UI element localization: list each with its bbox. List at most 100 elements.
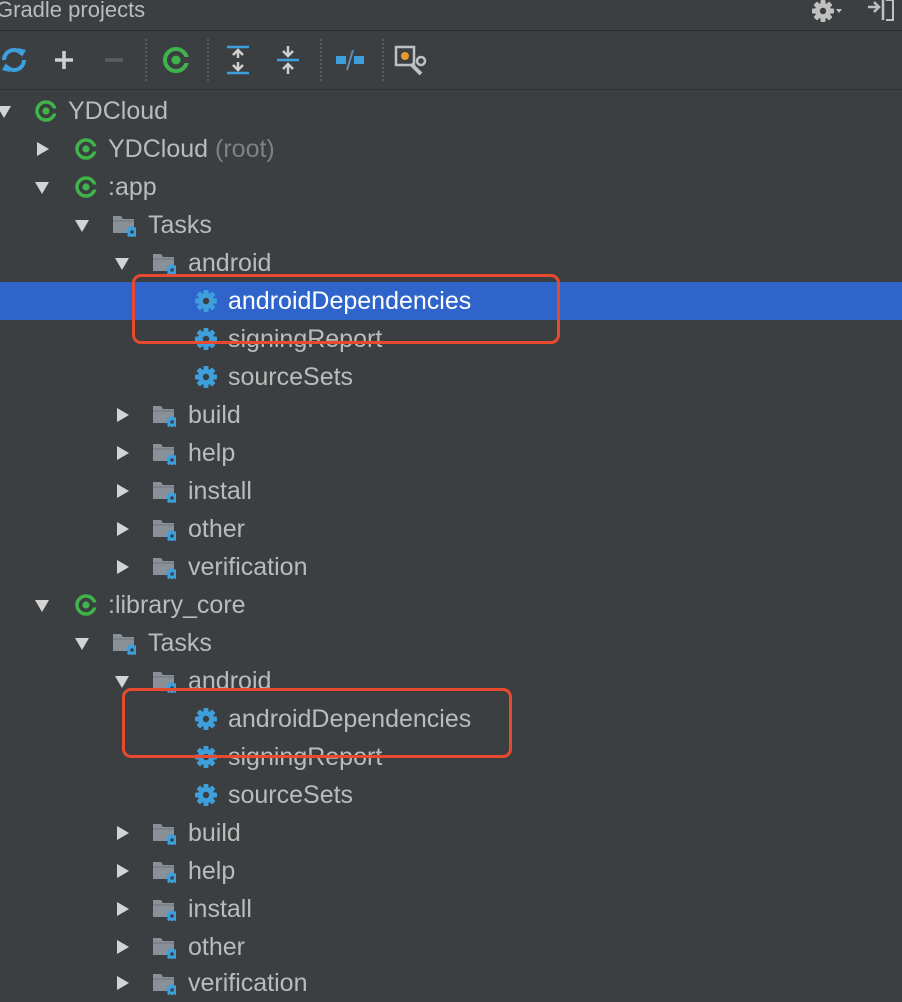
task-source-sets[interactable]: sourceSets xyxy=(0,776,902,814)
tree-node-label: verification xyxy=(188,553,308,581)
expand-arrow-icon[interactable] xyxy=(112,510,132,548)
tree-node-label: other xyxy=(188,515,245,543)
tree-node-label: android xyxy=(188,667,272,695)
expand-arrow-icon[interactable] xyxy=(112,472,132,510)
tree-node-help[interactable]: help xyxy=(0,852,902,890)
expand-arrow-icon[interactable] xyxy=(112,662,132,700)
gradle-icon xyxy=(72,130,100,168)
task-source-sets[interactable]: sourceSets xyxy=(0,358,902,396)
remove-icon[interactable] xyxy=(96,42,132,78)
tree-node-label: install xyxy=(188,895,252,923)
tree-node-label: build xyxy=(188,819,241,847)
toolbar xyxy=(0,31,902,90)
tree-node-label: help xyxy=(188,857,236,885)
tree-node-verification[interactable]: verification xyxy=(0,964,902,1002)
task-label: signingReport xyxy=(228,325,383,353)
task-android-dependencies[interactable]: androidDependencies xyxy=(0,700,902,738)
task-folder-icon xyxy=(150,510,178,548)
toggle-offline-icon[interactable] xyxy=(332,42,368,78)
task-signing-report[interactable]: signingReport xyxy=(0,738,902,776)
expand-arrow-icon[interactable] xyxy=(32,130,52,168)
tree-node-label: Tasks xyxy=(148,211,212,239)
task-folder-icon xyxy=(150,548,178,586)
hide-panel-icon[interactable] xyxy=(866,0,896,22)
panel-title: Gradle projects xyxy=(0,0,146,22)
tree-node-build[interactable]: build xyxy=(0,814,902,852)
tree-node-tasks[interactable]: Tasks xyxy=(0,206,902,244)
task-folder-icon xyxy=(150,814,178,852)
toolbar-separator xyxy=(145,39,147,81)
tree-node-help[interactable]: help xyxy=(0,434,902,472)
tree-node-label: verification xyxy=(188,969,308,997)
gear-icon xyxy=(192,358,220,396)
tree-node-ydcloud-root[interactable]: YDCloud (root) xyxy=(0,130,902,168)
tree-node-label: :library_core xyxy=(108,591,246,619)
expand-arrow-icon[interactable] xyxy=(72,206,92,244)
refresh-all-icon[interactable] xyxy=(0,42,32,78)
tree-node-build[interactable]: build xyxy=(0,396,902,434)
add-icon[interactable] xyxy=(46,42,82,78)
gear-icon xyxy=(192,700,220,738)
task-folder-icon xyxy=(150,472,178,510)
task-folder-icon xyxy=(150,890,178,928)
gear-icon xyxy=(192,738,220,776)
tree-node-install[interactable]: install xyxy=(0,472,902,510)
task-folder-icon xyxy=(150,852,178,890)
task-folder-icon xyxy=(110,624,138,662)
task-folder-icon xyxy=(150,662,178,700)
tree-node-label: YDCloud (root) xyxy=(108,135,275,163)
expand-arrow-icon[interactable] xyxy=(32,586,52,624)
execute-task-icon[interactable] xyxy=(158,42,194,78)
expand-arrow-icon[interactable] xyxy=(112,928,132,966)
tree-node-other[interactable]: other xyxy=(0,510,902,548)
toolbar-separator xyxy=(320,39,322,81)
task-folder-icon xyxy=(150,928,178,966)
expand-arrow-icon[interactable] xyxy=(112,548,132,586)
tree-node-label: Tasks xyxy=(148,629,212,657)
tree-node-android[interactable]: android xyxy=(0,244,902,282)
tree-node-install[interactable]: install xyxy=(0,890,902,928)
gradle-settings-icon[interactable] xyxy=(392,42,428,78)
expand-arrow-icon[interactable] xyxy=(112,814,132,852)
collapse-all-icon[interactable] xyxy=(270,42,306,78)
panel-header: Gradle projects xyxy=(0,0,902,31)
tree-node-other[interactable]: other xyxy=(0,928,902,966)
expand-arrow-icon[interactable] xyxy=(72,624,92,662)
expand-arrow-icon[interactable] xyxy=(112,434,132,472)
expand-arrow-icon[interactable] xyxy=(112,396,132,434)
tree-node-library-core[interactable]: :library_core xyxy=(0,586,902,624)
tree-node-android[interactable]: android xyxy=(0,662,902,700)
toolbar-separator xyxy=(207,39,209,81)
expand-arrow-icon[interactable] xyxy=(112,964,132,1002)
gradle-icon xyxy=(32,92,60,130)
tree-node-ydcloud[interactable]: YDCloud xyxy=(0,92,902,130)
tree-node-label: :app xyxy=(108,173,157,201)
task-folder-icon xyxy=(150,964,178,1002)
expand-arrow-icon[interactable] xyxy=(112,852,132,890)
task-folder-icon xyxy=(150,396,178,434)
tree-node-verification[interactable]: verification xyxy=(0,548,902,586)
settings-gear-icon[interactable] xyxy=(810,0,844,22)
task-signing-report[interactable]: signingReport xyxy=(0,320,902,358)
expand-all-icon[interactable] xyxy=(220,42,256,78)
tree-node-app[interactable]: :app xyxy=(0,168,902,206)
tree-node-label: install xyxy=(188,477,252,505)
expand-arrow-icon[interactable] xyxy=(32,168,52,206)
task-label: androidDependencies xyxy=(228,705,472,733)
task-label: sourceSets xyxy=(228,363,354,391)
expand-arrow-icon[interactable] xyxy=(112,890,132,928)
task-folder-icon xyxy=(150,244,178,282)
task-android-dependencies[interactable]: androidDependencies xyxy=(0,282,902,320)
toolbar-separator xyxy=(382,39,384,81)
task-label: sourceSets xyxy=(228,781,354,809)
gradle-icon xyxy=(72,586,100,624)
tree-node-tasks[interactable]: Tasks xyxy=(0,624,902,662)
expand-arrow-icon[interactable] xyxy=(0,92,14,130)
tree-node-label: help xyxy=(188,439,236,467)
expand-arrow-icon[interactable] xyxy=(112,244,132,282)
task-folder-icon xyxy=(110,206,138,244)
task-label: androidDependencies xyxy=(228,287,472,315)
tree-node-label: other xyxy=(188,933,245,961)
tree-node-label: android xyxy=(188,249,272,277)
gear-icon xyxy=(192,282,220,320)
